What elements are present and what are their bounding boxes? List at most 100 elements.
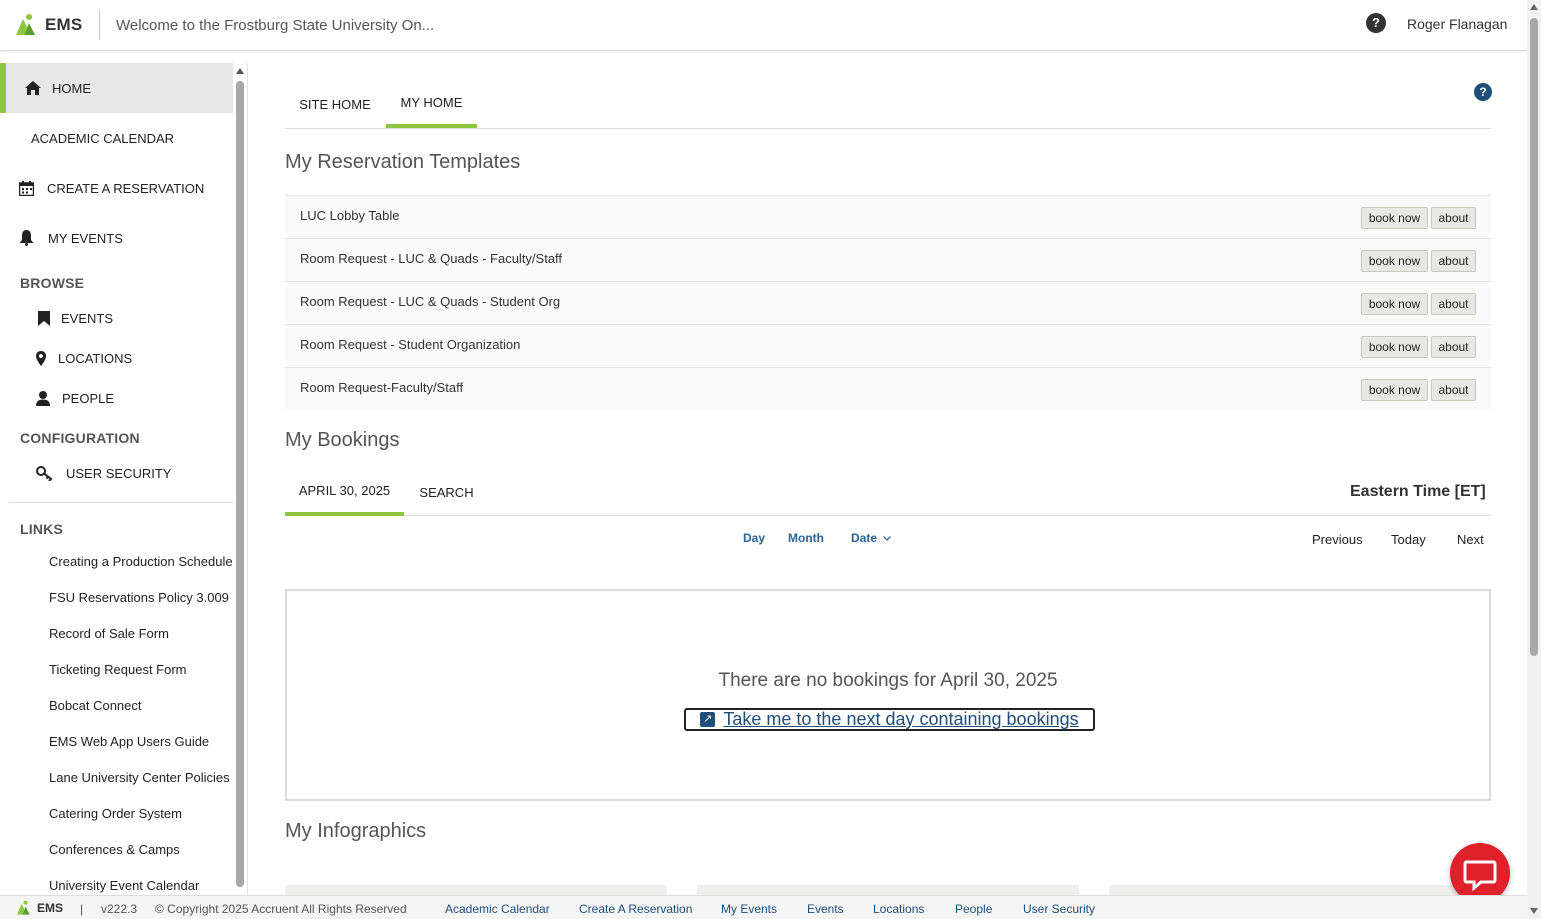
nav-my-events[interactable]: MY EVENTS — [0, 213, 233, 263]
link-item[interactable]: Conferences & Camps — [49, 842, 235, 857]
calendar-icon — [17, 179, 35, 197]
book-now-button[interactable]: book now — [1361, 379, 1428, 401]
bookings-title: My Bookings — [285, 429, 400, 451]
footer-link-academic-calendar[interactable]: Academic Calendar — [445, 902, 550, 916]
infographics-title: My Infographics — [285, 820, 427, 842]
view-date-label: Date — [851, 531, 878, 545]
previous-button[interactable]: Previous — [1312, 532, 1363, 547]
version-label: v222.3 — [101, 902, 138, 916]
map-pin-icon — [32, 349, 50, 367]
footer-link-create-reservation[interactable]: Create A Reservation — [579, 902, 692, 916]
configuration-heading: CONFIGURATION — [20, 430, 140, 446]
nav-browse-locations[interactable]: LOCATIONS — [32, 349, 132, 367]
key-icon — [35, 464, 53, 482]
about-button[interactable]: about — [1431, 379, 1476, 401]
next-button[interactable]: Next — [1457, 532, 1484, 547]
nav-user-security-label: USER SECURITY — [66, 465, 172, 481]
template-name: Room Request - LUC & Quads - Student Org — [300, 294, 561, 309]
link-item[interactable]: Catering Order System — [49, 806, 235, 821]
link-item[interactable]: EMS Web App Users Guide — [49, 734, 235, 749]
nav-browse-people[interactable]: PEOPLE — [34, 389, 114, 407]
book-now-button[interactable]: book now — [1361, 207, 1428, 229]
about-button[interactable]: about — [1431, 250, 1476, 272]
link-item[interactable]: Record of Sale Form — [49, 626, 235, 641]
view-month-button[interactable]: Month — [788, 531, 824, 545]
template-name: Room Request-Faculty/Staff — [300, 380, 464, 395]
tab-my-home[interactable]: MY HOME — [386, 80, 477, 128]
view-day-button[interactable]: Day — [743, 531, 765, 545]
page-title: Welcome to the Frostburg State Universit… — [116, 17, 435, 34]
footer-link-my-events[interactable]: My Events — [721, 902, 777, 916]
browse-heading: BROWSE — [20, 275, 85, 291]
nav-browse-events-label: EVENTS — [61, 310, 114, 326]
external-link-icon: ↗ — [700, 712, 716, 727]
footer-separator: | — [80, 902, 84, 916]
link-item[interactable]: Creating a Production Schedule — [49, 554, 235, 569]
logo-text: EMS — [45, 15, 83, 34]
footer-link-user-security[interactable]: User Security — [1023, 902, 1095, 916]
nav-my-events-label: MY EVENTS — [48, 230, 123, 246]
nav-user-security[interactable]: USER SECURITY — [35, 464, 171, 482]
next-day-link-label: Take me to the next day containing booki… — [723, 709, 1079, 729]
sidebar-scroll-thumb[interactable] — [236, 81, 244, 887]
footer-link-locations[interactable]: Locations — [873, 902, 924, 916]
scroll-up-arrow[interactable] — [1530, 4, 1538, 10]
nav-home-label: HOME — [52, 80, 91, 96]
book-now-button[interactable]: book now — [1361, 336, 1428, 358]
template-row: Room Request - LUC & Quads - Student Org… — [285, 281, 1491, 324]
about-button[interactable]: about — [1431, 293, 1476, 315]
nav-create-reservation[interactable]: CREATE A RESERVATION — [0, 163, 233, 213]
footer-link-people[interactable]: People — [955, 902, 992, 916]
chevron-down-icon — [883, 535, 891, 541]
footer-logo-text: EMS — [37, 901, 64, 915]
about-button[interactable]: about — [1431, 336, 1476, 358]
help-icon[interactable]: ? — [1474, 83, 1492, 101]
nav-home[interactable]: HOME — [0, 63, 233, 113]
ems-logo[interactable]: EMS — [15, 12, 82, 38]
ems-logo-icon — [16, 14, 35, 35]
template-name: Room Request - LUC & Quads - Faculty/Sta… — [300, 251, 563, 266]
today-button[interactable]: Today — [1391, 532, 1426, 547]
footer-logo: EMS — [16, 900, 63, 916]
bell-icon — [17, 229, 35, 247]
tab-date[interactable]: APRIL 30, 2025 — [285, 468, 404, 516]
book-now-button[interactable]: book now — [1361, 293, 1428, 315]
template-row: Room Request-Faculty/Staff book now abou… — [285, 367, 1491, 410]
next-day-bookings-link[interactable]: ↗ Take me to the next day containing boo… — [684, 708, 1095, 731]
person-icon — [34, 389, 52, 407]
sidebar: HOME ACADEMIC CALENDAR CREATE A RESERVAT… — [0, 63, 248, 895]
footer-link-events[interactable]: Events — [807, 902, 844, 916]
tab-site-home[interactable]: SITE HOME — [285, 80, 385, 128]
top-header: EMS Welcome to the Frostburg State Unive… — [0, 0, 1527, 51]
timezone-label: Eastern Time [ET] — [1350, 483, 1486, 500]
chat-button[interactable] — [1450, 843, 1510, 903]
nav-browse-events[interactable]: EVENTS — [35, 309, 113, 327]
link-item[interactable]: FSU Reservations Policy 3.009 — [49, 590, 235, 605]
bookings-tabs: APRIL 30, 2025 SEARCH — [285, 468, 1491, 516]
page-scroll-thumb[interactable] — [1530, 18, 1538, 656]
about-button[interactable]: about — [1431, 207, 1476, 229]
link-item[interactable]: Bobcat Connect — [49, 698, 235, 713]
view-date-dropdown[interactable]: Date — [851, 531, 891, 545]
scroll-up-arrow[interactable] — [236, 68, 244, 74]
link-item[interactable]: Ticketing Request Form — [49, 662, 235, 677]
book-now-button[interactable]: book now — [1361, 250, 1428, 272]
nav-academic-calendar[interactable]: ACADEMIC CALENDAR — [0, 113, 233, 163]
user-menu[interactable]: Roger Flanagan — [1407, 16, 1507, 32]
scroll-down-arrow[interactable] — [1530, 908, 1538, 914]
links-heading: LINKS — [20, 521, 63, 537]
template-row: Room Request - Student Organization book… — [285, 324, 1491, 367]
nav-academic-calendar-label: ACADEMIC CALENDAR — [31, 130, 175, 146]
ems-logo-icon — [17, 900, 30, 915]
chat-bubble-icon — [1463, 860, 1497, 892]
link-item[interactable]: Lane University Center Policies — [49, 770, 235, 785]
tab-search[interactable]: SEARCH — [409, 468, 484, 516]
link-item[interactable]: University Event Calendar — [49, 878, 235, 893]
home-tabs: SITE HOME MY HOME — [285, 80, 1491, 129]
bookings-empty-panel: There are no bookings for April 30, 2025… — [285, 589, 1491, 801]
help-icon[interactable]: ? — [1366, 13, 1386, 33]
sidebar-scrollbar[interactable] — [233, 63, 247, 889]
sidebar-divider — [9, 502, 233, 503]
page-scrollbar[interactable] — [1527, 0, 1541, 919]
bookmark-icon — [35, 309, 53, 327]
